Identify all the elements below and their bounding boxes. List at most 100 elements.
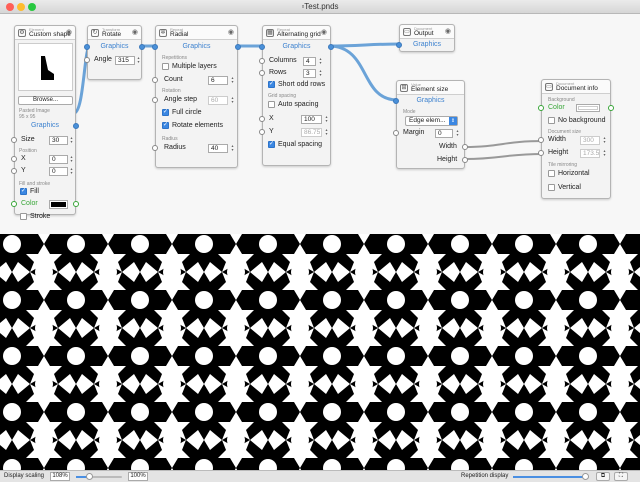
height-field[interactable]: 173.5 — [580, 149, 600, 158]
y-input-port[interactable] — [11, 168, 17, 174]
radius-field[interactable]: 40 — [208, 144, 228, 153]
width-output-port[interactable] — [462, 144, 468, 150]
node-output[interactable]: ▭ Document Output ◉ Graphics — [396, 24, 455, 52]
height-output-port[interactable] — [462, 157, 468, 163]
x-field[interactable]: 0 — [49, 155, 68, 164]
size-field[interactable]: 30 — [49, 136, 68, 145]
slider-knob[interactable] — [86, 473, 94, 480]
node-header[interactable]: ▭ Document Document info — [542, 80, 610, 94]
graphics-output-port[interactable] — [328, 44, 334, 50]
x-stepper[interactable]: ▴ ▾ — [69, 155, 74, 164]
slider-knob[interactable] — [581, 473, 589, 480]
repetition-slider[interactable] — [513, 473, 589, 480]
short-odd-rows-checkbox[interactable] — [268, 80, 275, 88]
equal-spacing-checkbox[interactable] — [268, 140, 275, 148]
x-spacing-field[interactable]: 100 — [301, 115, 322, 124]
graphics-output-port[interactable] — [73, 123, 79, 129]
node-canvas[interactable]: ⚙ Element Custom shape ◉ Browse... Paste… — [0, 14, 640, 234]
node-header[interactable]: ⊞ Value Element size — [397, 81, 464, 95]
rotate-elements-checkbox[interactable] — [162, 121, 169, 129]
display-scaling-slider[interactable] — [76, 473, 122, 480]
node-header[interactable]: ↻ Transform Rotate ◉ — [88, 26, 141, 40]
auto-spacing-checkbox[interactable] — [268, 101, 275, 108]
color-output-port[interactable] — [73, 201, 79, 207]
background-color-well[interactable] — [576, 104, 600, 112]
node-header[interactable]: ✲ Repeat Radial ◉ — [156, 26, 237, 40]
node-header[interactable]: ▦ Repeat Alternating grid ◉ — [263, 26, 330, 40]
width-input-port[interactable] — [538, 137, 544, 143]
y-label: Y — [21, 167, 26, 174]
angle-step-stepper[interactable]: ▴ ▾ — [230, 96, 235, 105]
height-stepper[interactable]: ▴ ▾ — [602, 149, 607, 158]
columns-input-port[interactable] — [259, 58, 265, 64]
mode-select[interactable]: Edge elem... ⇕ — [405, 116, 458, 126]
color-output-port[interactable] — [608, 105, 614, 111]
x-input-port[interactable] — [259, 116, 265, 122]
margin-stepper[interactable]: ▴ ▾ — [455, 129, 460, 138]
node-title: Rotate — [102, 31, 122, 38]
vertical-checkbox[interactable] — [548, 184, 555, 191]
y-input-port[interactable] — [259, 129, 265, 135]
slider-value-field[interactable]: 100% — [128, 472, 148, 481]
rows-field[interactable]: 3 — [303, 69, 316, 78]
node-rotate[interactable]: ↻ Transform Rotate ◉ Graphics Angle 315 … — [84, 25, 145, 80]
angle-step-field[interactable]: 60 — [208, 96, 228, 105]
columns-stepper[interactable]: ▴ ▾ — [318, 57, 323, 66]
node-alternating-grid[interactable]: ▦ Repeat Alternating grid ◉ Graphics Col… — [259, 25, 334, 166]
full-circle-checkbox[interactable] — [162, 108, 169, 116]
graphics-output-port[interactable] — [139, 44, 145, 50]
node-custom-shape[interactable]: ⚙ Element Custom shape ◉ Browse... Paste… — [11, 25, 79, 220]
columns-field[interactable]: 4 — [303, 57, 316, 66]
rows-input-port[interactable] — [259, 70, 265, 76]
eye-icon[interactable]: ◉ — [445, 27, 451, 35]
margin-field[interactable]: 0 — [435, 129, 453, 138]
graphics-label: Graphics — [412, 41, 441, 48]
stroke-checkbox[interactable] — [20, 213, 27, 220]
node-document-info[interactable]: ▭ Document Document info Background Colo… — [538, 79, 614, 199]
angle-field[interactable]: 315 — [115, 56, 135, 65]
no-background-checkbox[interactable] — [548, 117, 555, 124]
graphics-output-port[interactable] — [235, 44, 241, 50]
count-field[interactable]: 6 — [208, 76, 228, 85]
size-stepper[interactable]: ▴ ▾ — [69, 136, 74, 145]
fullscreen-button[interactable]: ⛶ — [614, 472, 628, 481]
rows-stepper[interactable]: ▴ ▾ — [318, 69, 323, 78]
eye-icon[interactable]: ◉ — [132, 28, 138, 36]
count-input-port[interactable] — [152, 77, 158, 83]
y-spacing-field[interactable]: 86.75 — [301, 128, 322, 137]
eye-icon[interactable]: ◉ — [228, 28, 234, 36]
node-radial[interactable]: ✲ Repeat Radial ◉ Graphics Repetitions M… — [152, 25, 241, 168]
angle-stepper[interactable]: ▴ ▾ — [136, 56, 141, 65]
node-header[interactable]: ▭ Document Output ◉ — [400, 25, 454, 39]
y-field[interactable]: 0 — [49, 167, 68, 176]
multiple-layers-checkbox[interactable] — [162, 63, 169, 70]
width-stepper[interactable]: ▴ ▾ — [602, 136, 607, 145]
horizontal-checkbox[interactable] — [548, 170, 555, 177]
radius-input-port[interactable] — [152, 145, 158, 151]
shape-thumbnail[interactable] — [18, 43, 73, 91]
x-spacing-stepper[interactable]: ▴ ▾ — [324, 115, 329, 124]
y-stepper[interactable]: ▴ ▾ — [69, 167, 74, 176]
eye-icon[interactable]: ◉ — [66, 28, 72, 36]
margin-input-port[interactable] — [393, 130, 399, 136]
color-input-port[interactable] — [538, 105, 544, 111]
node-title: Radial — [170, 31, 189, 38]
color-input-port[interactable] — [11, 201, 17, 207]
y-spacing-stepper[interactable]: ▴ ▾ — [324, 128, 329, 137]
fill-checkbox[interactable] — [20, 187, 27, 195]
node-header[interactable]: ⚙ Element Custom shape ◉ — [15, 26, 75, 40]
color-well[interactable] — [49, 200, 68, 209]
fit-window-button[interactable]: ⧉ — [596, 472, 610, 481]
count-stepper[interactable]: ▴ ▾ — [230, 76, 235, 85]
browse-button[interactable]: Browse... — [18, 96, 73, 105]
angle-step-input-port[interactable] — [152, 97, 158, 103]
node-element-size[interactable]: ⊞ Value Element size Graphics Mode Edge … — [393, 80, 468, 169]
scale-value-field[interactable]: 108% — [50, 472, 70, 481]
height-input-port[interactable] — [538, 150, 544, 156]
eye-icon[interactable]: ◉ — [321, 28, 327, 36]
size-input-port[interactable] — [11, 137, 17, 143]
x-input-port[interactable] — [11, 156, 17, 162]
radius-stepper[interactable]: ▴ ▾ — [230, 144, 235, 153]
angle-input-port[interactable] — [84, 57, 90, 63]
width-field[interactable]: 300 — [580, 136, 600, 145]
